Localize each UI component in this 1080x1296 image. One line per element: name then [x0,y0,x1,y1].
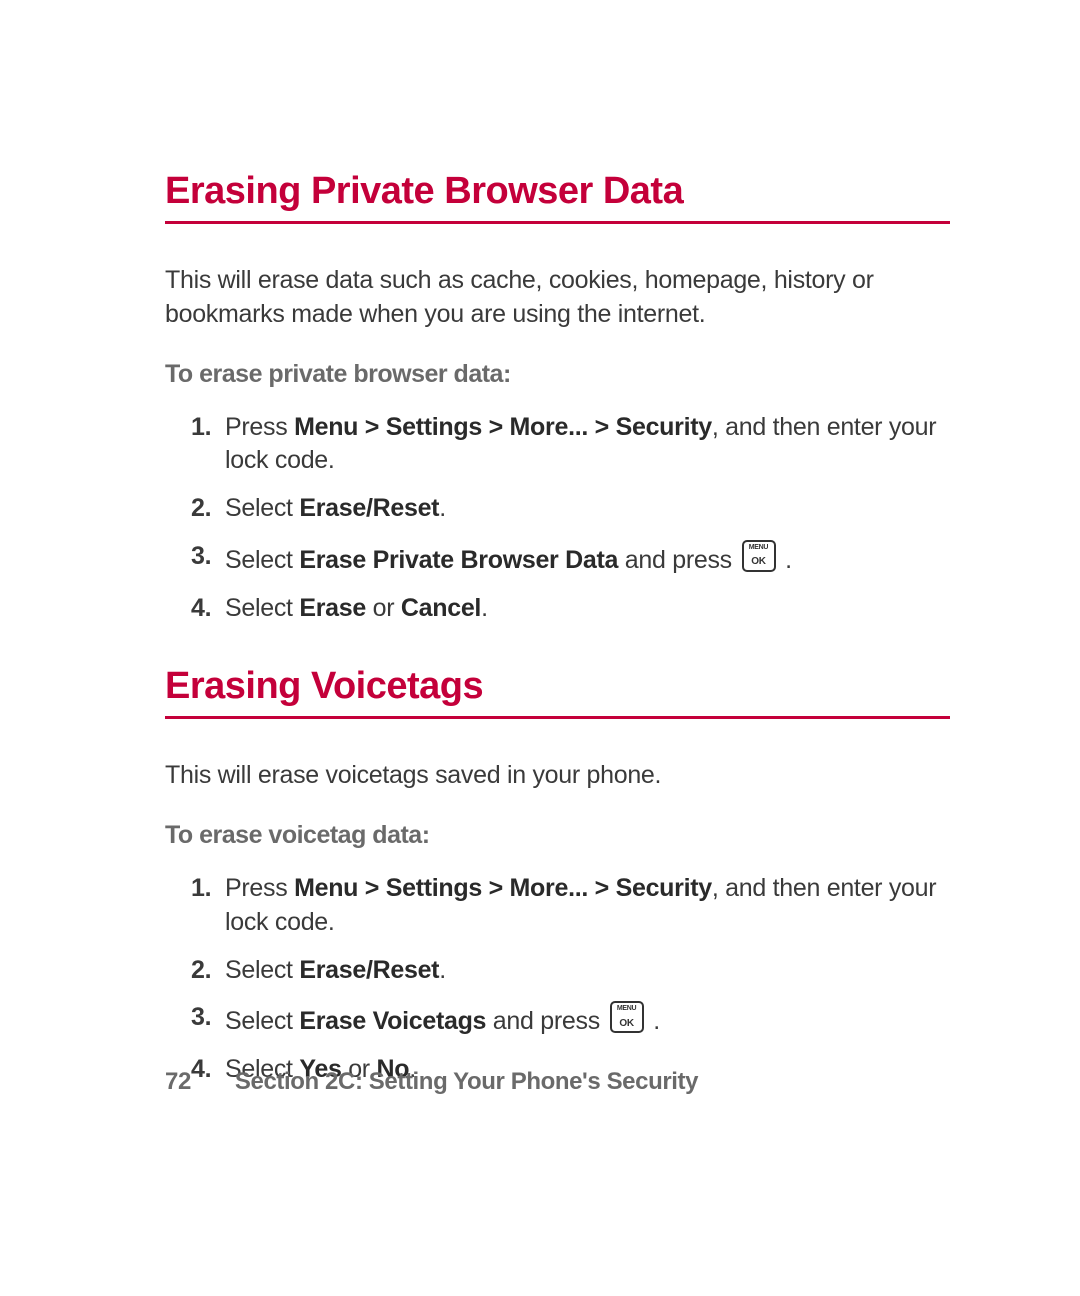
step-bold: Erase [299,594,366,622]
step-text: . [779,546,792,574]
menu-ok-icon [610,1001,644,1033]
step-text: Select [225,546,299,574]
page-footer: 72 Section 2C: Setting Your Phone's Secur… [165,1068,698,1096]
step-bold: Menu > Settings > More... > Security [294,413,712,441]
step-text: Select [225,594,299,622]
step-text: Select [225,956,299,984]
step: Select Erase or Cancel. [225,592,950,626]
step: Select Erase Private Browser Data and pr… [225,540,950,578]
step-text: or [366,594,401,622]
step-text: . [481,594,488,622]
step-bold: Erase Private Browser Data [299,546,618,574]
step-text: Press [225,413,294,441]
heading-erase-browser: Erasing Private Browser Data [165,170,950,224]
manual-page: Erasing Private Browser Data This will e… [0,0,1080,1087]
step-text: Select [225,1007,299,1035]
step-text: Select [225,494,299,522]
steps-erase-browser: Press Menu > Settings > More... > Securi… [165,411,950,626]
subheading-erase-voicetags: To erase voicetag data: [165,821,950,850]
step-text: Press [225,874,294,902]
menu-ok-icon [742,540,776,572]
step-text: . [647,1007,660,1035]
page-number: 72 [165,1068,191,1095]
step: Select Erase Voicetags and press . [225,1001,950,1039]
intro-erase-voicetags: This will erase voicetags saved in your … [165,759,950,793]
step-text: and press [618,546,738,574]
step-bold: Menu > Settings > More... > Security [294,874,712,902]
step: Press Menu > Settings > More... > Securi… [225,411,950,479]
intro-erase-browser: This will erase data such as cache, cook… [165,264,950,332]
step-bold: Cancel [401,594,481,622]
step-text: and press [486,1007,606,1035]
footer-section-label: Section 2C: Setting Your Phone's Securit… [235,1068,698,1095]
heading-erase-voicetags: Erasing Voicetags [165,665,950,719]
step-text: . [439,494,446,522]
steps-erase-voicetags: Press Menu > Settings > More... > Securi… [165,872,950,1087]
step-bold: Erase Voicetags [299,1007,486,1035]
step-text: . [439,956,446,984]
step-bold: Erase/Reset [299,956,439,984]
step: Select Erase/Reset. [225,954,950,988]
step: Press Menu > Settings > More... > Securi… [225,872,950,940]
step-bold: Erase/Reset [299,494,439,522]
step: Select Erase/Reset. [225,492,950,526]
subheading-erase-browser: To erase private browser data: [165,360,950,389]
